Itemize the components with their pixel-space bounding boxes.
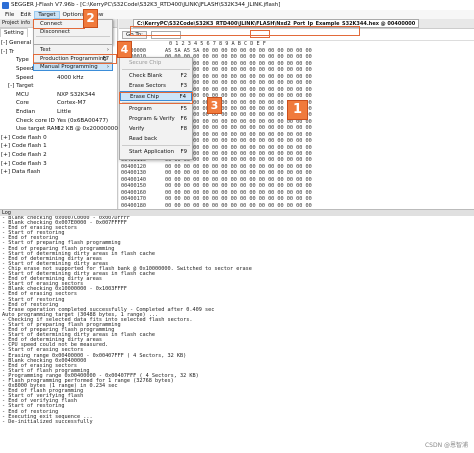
tree-key: Core [16,100,29,107]
menu-separator [122,69,190,70]
tree-row[interactable]: Speed 4000 kHz [1,73,117,82]
tree-row[interactable]: [+] Data flash [1,168,117,177]
window-title: SEGGER J-Flash V7.96b - [C:\KerryPC\S32C… [11,2,281,8]
tree-row[interactable]: [+] Code flash 1 [1,142,117,151]
submenu-check-blank[interactable]: Check Blank F2 [120,71,192,81]
marker-4: 4 [117,41,132,58]
tree-key: [+] Data flash [1,169,41,176]
tree-value: Little [57,109,72,116]
marker-1: 1 [287,100,308,120]
tree-value: 32 KB @ 0x20000000 [57,126,118,133]
menu-separator [36,36,110,37]
submenu-erase-sectors[interactable]: Erase Sectors F3 [120,81,192,91]
tree-row[interactable]: Core Cortex-M7 [1,99,117,108]
submenu-program[interactable]: Program F5 [120,104,192,114]
submenu-secure-chip[interactable]: Secure Chip [120,58,192,68]
title-bar: SEGGER J-Flash V7.96b - [C:\KerryPC\S32C… [0,0,474,10]
tree-key: Speed [16,74,34,81]
tree-row[interactable]: MCU NXP S32K344 [1,91,117,100]
tree-row[interactable]: [+] Code flash 3 [1,159,117,168]
submenu-read-back[interactable]: Read back [120,134,192,144]
hex-row: 00400180 00 00 00 00 00 00 00 00 00 00 00… [119,203,474,209]
submenu-verify[interactable]: Verify F8 [120,124,192,134]
tree-row[interactable]: Use target RAM 32 KB @ 0x20000000 [1,125,118,134]
log-panel: - Blank checking 0x0007C0000 - 0x007DFFF… [0,216,474,453]
tree-row[interactable]: [-] Target [1,82,117,91]
log-line: - De-initialized successfully [2,418,93,425]
manual-programming-submenu: Secure Chip Check Blank F2 Erase Sectors F… [119,57,193,160]
tree-row[interactable]: Endian Little [1,108,117,117]
tree-key: [+] Code flash 0 [1,134,47,141]
tree-key: Endian [16,109,36,116]
tree-value: Yes (0x6BA00477) [57,117,109,124]
menu-target[interactable]: Target [34,10,60,19]
marker-2: 2 [83,9,98,28]
chevron-right-icon: › [106,64,109,70]
menu-item-disconnect[interactable]: Disconnect [34,28,112,36]
highlight-erase-chip [119,92,193,104]
menu-edit[interactable]: Edit [17,12,34,18]
tree-key: [+] Code flash 3 [1,160,47,167]
tree-row[interactable]: [+] Code flash 0 [1,134,117,143]
log-header: Log [0,209,474,216]
tab-setting[interactable]: Setting [0,28,28,37]
highlight-connect [33,19,85,29]
menu-bar: File Edit Target Options View [0,10,474,19]
watermark: CSDN @恩智浦 [424,442,468,449]
highlight-production-programming [33,54,117,64]
tree-value: Cortex-M7 [57,100,86,107]
hex-bytes: 00 00 00 00 00 00 00 00 00 00 00 00 00 0… [165,202,312,209]
tree-key: [+] Code flash 1 [1,143,47,150]
menu-file[interactable]: File [2,12,17,18]
hex-address: 00400180 [121,202,146,209]
tree-row[interactable]: [+] Code flash 2 [1,151,117,160]
tree-key: [+] Code flash 2 [1,152,47,159]
marker-3: 3 [207,97,222,114]
tree-value: NXP S32K344 [57,91,96,98]
submenu-program-verify[interactable]: Program & Verify F6 [120,114,192,124]
highlight-hex-file-tab [130,26,360,36]
submenu-start-application[interactable]: Start Application F9 [120,147,192,157]
app-icon [2,1,9,9]
tree-key: MCU [16,91,29,98]
tree-key: [-] Target [8,83,34,90]
tree-row[interactable]: Check core ID Yes (0x6BA00477) [1,116,117,125]
tree-value: 4000 kHz [57,74,84,81]
menu-item-manual-programming[interactable]: Manual Programming › [33,63,113,71]
tree-key: Check core ID [16,117,55,124]
menu-separator [122,145,190,146]
hex-column-header: 0 1 2 3 4 5 6 7 8 9 A B C D E F [169,41,266,47]
tree-key: Use target RAM [16,126,60,133]
highlight-hex-file-small [250,30,270,38]
